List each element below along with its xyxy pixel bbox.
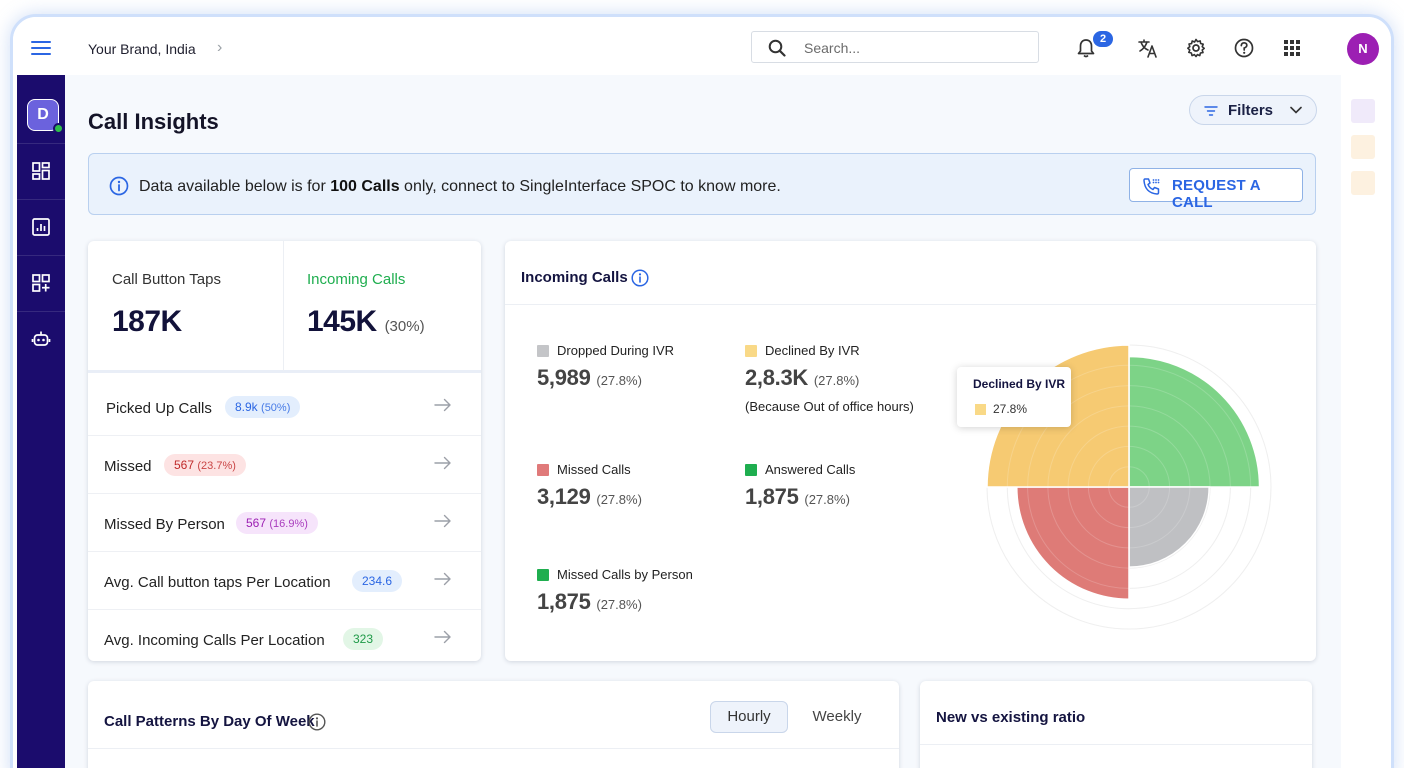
banner-text: Data available below is for 100 Calls on…: [139, 178, 781, 195]
polar-slice-answered-calls[interactable]: [1128, 355, 1261, 488]
incoming-calls-label: Incoming Calls: [307, 271, 406, 288]
tooltip-title: Declined By IVR: [973, 377, 1066, 391]
arrow-right-icon[interactable]: [434, 456, 452, 470]
tooltip-value: 27.8%: [993, 402, 1028, 416]
row-value-pill: 323: [343, 628, 384, 650]
filter-icon: [1204, 106, 1218, 116]
arrow-right-icon[interactable]: [434, 398, 452, 412]
chart-tooltip: Declined By IVR 27.8%: [957, 367, 1071, 427]
sidebar: D: [17, 75, 65, 768]
bot-icon: [31, 331, 51, 346]
polar-slice-missed-calls[interactable]: [1016, 486, 1130, 600]
translate-icon[interactable]: [1137, 37, 1159, 59]
sidebar-item-reports[interactable]: [17, 199, 65, 255]
legend-swatch: [537, 569, 549, 581]
gear-icon[interactable]: [1185, 37, 1207, 59]
brand-breadcrumb[interactable]: Your Brand, India: [88, 41, 196, 57]
stat-row-missed-by-person[interactable]: Missed By Person 567 (16.9%): [88, 494, 481, 552]
sidebar-item-add-widget[interactable]: [17, 255, 65, 311]
new-vs-existing-card: New vs existing ratio: [920, 681, 1312, 768]
dashboard-icon: [32, 162, 50, 180]
rail-shortcut-3[interactable]: [1351, 171, 1375, 195]
row-value-pill: 234.6: [352, 570, 403, 592]
period-toggle: Hourly Weekly: [710, 701, 866, 733]
incoming-calls-header: Incoming Calls: [505, 241, 1316, 305]
top-bar: Your Brand, India › 2 N: [13, 17, 1391, 75]
legend-swatch: [745, 345, 757, 357]
search-box[interactable]: [751, 31, 1039, 63]
polar-slice-dropped-during-ivr[interactable]: [1128, 486, 1210, 568]
row-value-pill: 567 (23.7%): [164, 454, 246, 476]
legend-swatch: [537, 464, 549, 476]
call-stats-card: Call Button Taps 187K Incoming Calls 145…: [88, 241, 481, 661]
row-label: Avg. Call button taps Per Location: [104, 574, 331, 591]
stat-row-avg-incoming[interactable]: Avg. Incoming Calls Per Location 323: [88, 610, 481, 668]
rail-shortcut-1[interactable]: [1351, 99, 1375, 123]
add-widget-icon: [32, 274, 50, 292]
new-vs-existing-header: New vs existing ratio: [920, 681, 1312, 745]
menu-icon[interactable]: [31, 41, 51, 55]
call-patterns-header: Call Patterns By Day Of Week Hourly Week…: [88, 681, 899, 749]
row-label: Missed: [104, 458, 152, 475]
info-icon: [109, 176, 129, 196]
stat-row-missed[interactable]: Missed 567 (23.7%): [88, 436, 481, 494]
legend-swatch: [745, 464, 757, 476]
stat-row-picked-up[interactable]: Picked Up Calls 8.9k (50%): [88, 378, 481, 436]
incoming-calls-pct: (30%): [384, 318, 425, 335]
legend-swatch: [537, 345, 549, 357]
page-title: Call Insights: [88, 109, 219, 134]
new-vs-existing-title: New vs existing ratio: [936, 709, 1086, 726]
notification-badge: 2: [1093, 31, 1113, 47]
info-icon[interactable]: [308, 713, 326, 731]
incoming-calls-value: 145K (30%): [307, 305, 425, 338]
incoming-calls-card: Incoming Calls Dropped During IVR 5,989 …: [505, 241, 1316, 661]
row-value-pill: 8.9k (50%): [225, 396, 301, 418]
online-status-dot: [53, 123, 64, 134]
sidebar-item-dashboard[interactable]: [17, 143, 65, 199]
phone-icon: [1143, 178, 1160, 195]
stats-summary: Call Button Taps 187K Incoming Calls 145…: [88, 241, 481, 373]
row-label: Avg. Incoming Calls Per Location: [104, 632, 325, 649]
search-icon: [768, 39, 786, 57]
tab-weekly[interactable]: Weekly: [798, 701, 876, 733]
arrow-right-icon[interactable]: [434, 630, 452, 644]
search-input[interactable]: [804, 38, 1024, 58]
request-call-label: REQUEST A CALL: [1172, 177, 1261, 211]
rail-shortcut-2[interactable]: [1351, 135, 1375, 159]
info-icon[interactable]: [631, 269, 649, 287]
report-icon: [32, 218, 50, 236]
call-button-taps-value: 187K: [112, 305, 182, 338]
apps-grid-icon[interactable]: [1281, 37, 1303, 59]
info-banner: Data available below is for 100 Calls on…: [88, 153, 1316, 215]
call-button-taps-label: Call Button Taps: [112, 271, 221, 288]
help-icon[interactable]: [1233, 37, 1255, 59]
filters-button[interactable]: Filters: [1189, 95, 1317, 125]
stat-row-avg-taps[interactable]: Avg. Call button taps Per Location 234.6: [88, 552, 481, 610]
call-patterns-card: Call Patterns By Day Of Week Hourly Week…: [88, 681, 899, 768]
tab-hourly[interactable]: Hourly: [710, 701, 788, 733]
chevron-right-icon: ›: [217, 39, 223, 56]
row-label: Picked Up Calls: [106, 400, 212, 417]
row-value-pill: 567 (16.9%): [236, 512, 318, 534]
row-label: Missed By Person: [104, 516, 225, 533]
filters-label: Filters: [1228, 102, 1274, 119]
banner-highlight: 100 Calls: [330, 178, 400, 195]
call-patterns-title: Call Patterns By Day Of Week: [104, 713, 315, 730]
sidebar-item-bot[interactable]: [17, 311, 65, 367]
divider: [283, 241, 284, 371]
request-call-button[interactable]: REQUEST A CALL: [1129, 168, 1303, 211]
arrow-right-icon[interactable]: [434, 572, 452, 586]
app-window: Your Brand, India › 2 N D: [10, 14, 1394, 768]
chevron-down-icon: [1290, 106, 1302, 114]
tooltip-swatch: [975, 404, 986, 415]
incoming-calls-title: Incoming Calls: [521, 269, 628, 286]
arrow-right-icon[interactable]: [434, 514, 452, 528]
user-avatar[interactable]: N: [1347, 33, 1379, 65]
